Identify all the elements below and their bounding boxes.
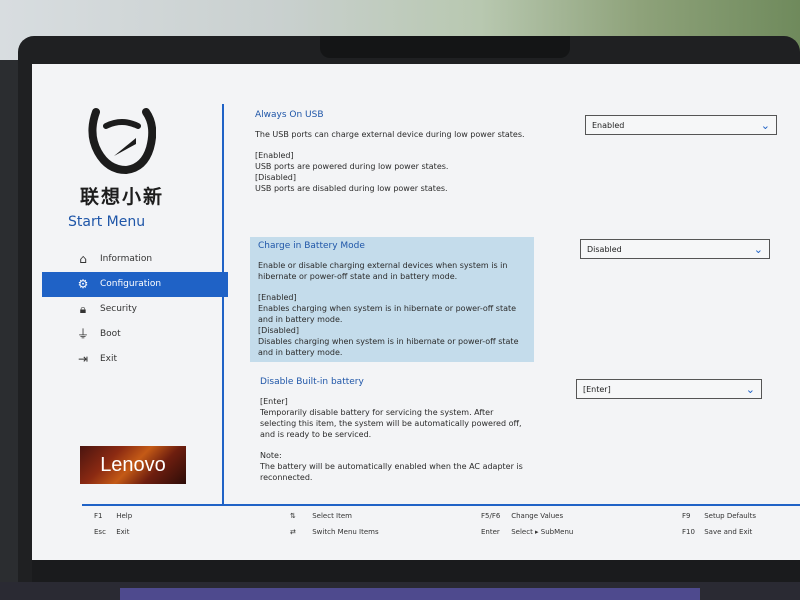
chevron-down-icon: ⌄ [760, 119, 770, 132]
key-action: Select ▸ SubMenu [511, 528, 574, 536]
sidebar-item-label: Exit [100, 354, 118, 364]
setting-charge-in-battery-mode[interactable]: Charge in Battery Mode Enable or disable… [250, 237, 534, 362]
key-action: Exit [116, 528, 130, 536]
setting-title: Disable Built-in battery [260, 377, 364, 387]
key-action: Switch Menu Items [312, 528, 379, 536]
sidebar-item-label: Boot [100, 329, 121, 339]
option-text: Disables charging when system is in hibe… [258, 337, 519, 357]
gear-icon: ⚙ [77, 277, 89, 291]
lenovo-logo: Lenovo [80, 446, 186, 484]
option-label: [Enabled] [258, 293, 297, 302]
setting-description: The USB ports can charge external device… [255, 130, 525, 139]
key-label: F9 [682, 512, 691, 520]
option-label: [Disabled] [258, 326, 299, 335]
leftright-arrows-icon: ⇄ [290, 528, 296, 536]
chevron-down-icon: ⌄ [753, 243, 763, 256]
disable-builtin-battery-select[interactable]: [Enter] ⌄ [576, 379, 762, 399]
brand-title: 联想小新 [80, 186, 165, 208]
bios-screen: 联想小新 Start Menu ⌂ Information ⚙ Configur… [32, 64, 800, 560]
sidebar: 联想小新 Start Menu ⌂ Information ⚙ Configur… [32, 64, 228, 504]
always-on-usb-select[interactable]: Enabled ⌄ [585, 115, 777, 135]
vertical-divider [222, 104, 224, 504]
updown-arrows-icon: ⇅ [290, 512, 296, 520]
sidebar-nav: ⌂ Information ⚙ Configuration 🔒︎ Securit… [42, 247, 228, 372]
usb-icon: ⏚ [76, 327, 89, 341]
key-legend-footer: F1 Help Esc Exit ⇅ Select Item ⇄ Switch … [32, 512, 800, 552]
option-text: Enables charging when system is in hiber… [258, 304, 517, 324]
select-value: Disabled [587, 245, 622, 254]
lock-icon: 🔒︎ [79, 302, 87, 316]
lenovo-logo-text: Lenovo [100, 454, 166, 476]
key-enter: Enter Select ▸ SubMenu [481, 528, 573, 536]
key-action: Help [116, 512, 133, 520]
laptop-base [0, 582, 800, 600]
select-value: Enabled [592, 121, 625, 130]
key-switch-menu: ⇄ Switch Menu Items [290, 528, 379, 536]
key-select-item: ⇅ Select Item [290, 512, 352, 520]
setting-title: Charge in Battery Mode [258, 241, 365, 251]
key-label: Enter [481, 528, 500, 536]
key-help: F1 Help [94, 512, 132, 520]
setting-always-on-usb[interactable]: Always On USB The USB ports can charge e… [255, 110, 525, 194]
key-action: Save and Exit [704, 528, 753, 536]
key-setup-defaults: F9 Setup Defaults [682, 512, 756, 520]
mascot-logo-icon [88, 108, 156, 175]
chevron-down-icon: ⌄ [745, 383, 755, 396]
key-label: Esc [94, 528, 106, 536]
charge-in-battery-mode-select[interactable]: Disabled ⌄ [580, 239, 770, 259]
camera-notch [320, 36, 570, 58]
setting-title: Always On USB [255, 110, 324, 120]
key-action: Change Values [511, 512, 564, 520]
key-exit: Esc Exit [94, 528, 130, 536]
setting-disable-builtin-battery[interactable]: Disable Built-in battery [Enter] Tempora… [260, 377, 530, 483]
key-action: Setup Defaults [704, 512, 757, 520]
sidebar-item-security[interactable]: 🔒︎ Security [42, 297, 228, 322]
sidebar-item-boot[interactable]: ⏚ Boot [42, 322, 228, 347]
sidebar-item-configuration[interactable]: ⚙ Configuration [42, 272, 228, 297]
key-label: F1 [94, 512, 103, 520]
sidebar-item-exit[interactable]: ⇥ Exit [42, 347, 228, 372]
exit-icon: ⇥ [77, 352, 89, 366]
option-text: USB ports are powered during low power s… [255, 162, 449, 171]
sidebar-item-label: Security [100, 304, 137, 314]
horizontal-divider [82, 504, 800, 506]
option-text: USB ports are disabled during low power … [255, 184, 448, 193]
key-label: F5/F6 [481, 512, 501, 520]
key-change-values: F5/F6 Change Values [481, 512, 563, 520]
home-icon: ⌂ [79, 252, 87, 266]
screen-bottom-bezel [32, 560, 800, 582]
setting-description: Enable or disable charging external devi… [258, 261, 508, 281]
sidebar-item-label: Configuration [100, 279, 162, 289]
keyboard-edge [120, 588, 700, 600]
sidebar-item-label: Information [100, 254, 153, 264]
key-save-exit: F10 Save and Exit [682, 528, 752, 536]
note-text: The battery will be automatically enable… [260, 462, 523, 482]
option-label: [Enabled] [255, 151, 294, 160]
option-label: [Disabled] [255, 173, 296, 182]
note-label: Note: [260, 451, 282, 460]
key-label: F10 [682, 528, 695, 536]
enter-description: Temporarily disable battery for servicin… [260, 408, 522, 439]
start-menu-heading: Start Menu [68, 214, 146, 230]
key-action: Select Item [312, 512, 352, 520]
settings-panel: Always On USB The USB ports can charge e… [240, 64, 800, 504]
select-value: [Enter] [583, 385, 611, 394]
enter-label: [Enter] [260, 397, 288, 406]
sidebar-item-information[interactable]: ⌂ Information [42, 247, 228, 272]
